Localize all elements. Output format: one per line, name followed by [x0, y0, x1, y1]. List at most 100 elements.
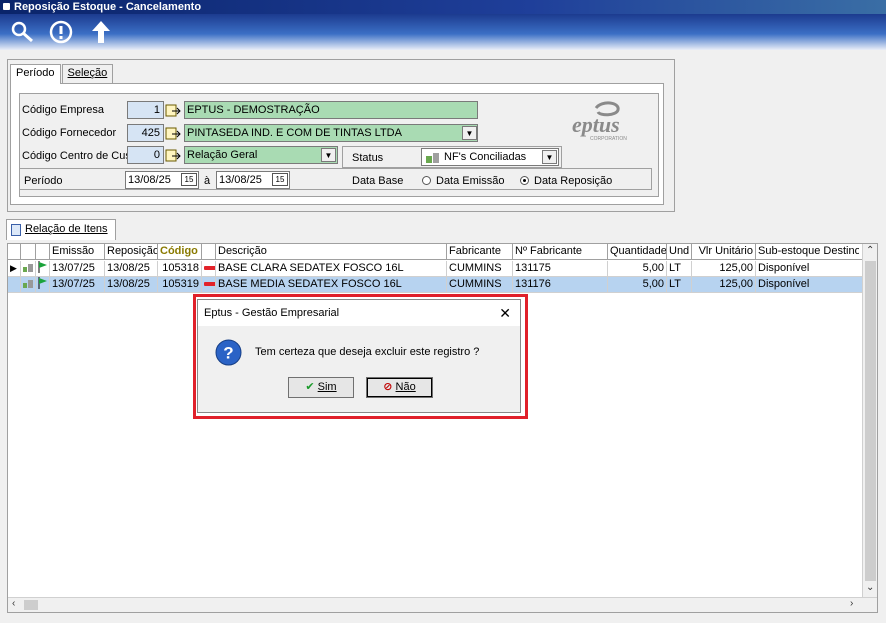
yes-label: Sim	[317, 381, 337, 393]
relacao-itens-label: Relação de Itens	[25, 223, 108, 235]
row-flag-icon	[36, 261, 50, 277]
scroll-up-icon[interactable]: ⌃	[866, 245, 874, 256]
cell-vlr: 125,00	[692, 277, 756, 293]
fornecedor-lookup-icon[interactable]	[165, 126, 181, 142]
col-descricao[interactable]: Descrição	[216, 244, 447, 260]
col-quantidade[interactable]: Quantidade	[608, 244, 667, 260]
cell-fabricante: CUMMINS	[447, 261, 513, 277]
radio-data-emissao[interactable]	[422, 176, 431, 185]
cell-quantidade: 5,00	[608, 277, 667, 293]
no-entry-icon: ⊘	[383, 381, 393, 393]
tab-selecao[interactable]: Seleção	[61, 64, 114, 84]
cell-emissao: 13/07/25	[50, 277, 105, 293]
cell-und: LT	[667, 261, 692, 277]
cell-emissao: 13/07/25	[50, 261, 105, 277]
col-emissao[interactable]: Emissão	[50, 244, 105, 260]
col-reposicao[interactable]: Reposição	[105, 244, 158, 260]
scroll-right-icon[interactable]: ›	[850, 598, 853, 609]
status-select[interactable]: NF's Conciliadas	[421, 148, 559, 166]
dialog-title: Eptus - Gestão Empresarial	[204, 307, 340, 319]
empresa-label: Código Empresa	[22, 104, 104, 116]
cell-sub-estoque: Disponível	[758, 262, 810, 274]
fornecedor-dropdown-icon[interactable]: ▼	[462, 126, 477, 140]
tab-periodo[interactable]: Período	[10, 64, 61, 84]
table-row[interactable]: ▶ 13/07/25 13/08/25 105318 BASE CLARA SE…	[8, 261, 863, 277]
cell-vlr: 125,00	[692, 261, 756, 277]
col-fabricante[interactable]: Fabricante	[447, 244, 513, 260]
centro-custo-code-input[interactable]: 0	[127, 146, 164, 164]
horizontal-scrollbar[interactable]: ‹ ›	[8, 597, 877, 612]
row-conciliada-icon	[21, 261, 36, 277]
window-icon[interactable]	[3, 3, 10, 10]
cell-sub-estoque: Disponível	[758, 278, 810, 290]
cell-reposicao: 13/08/25	[105, 261, 158, 277]
window-title: Reposição Estoque - Cancelamento	[14, 1, 202, 13]
row-pointer-icon: ▶	[8, 261, 21, 277]
centro-custo-lookup-icon[interactable]	[165, 148, 181, 164]
check-icon: ✔	[305, 381, 315, 393]
svg-text:?: ?	[223, 344, 233, 363]
empresa-lookup-icon[interactable]	[165, 103, 181, 119]
row-pointer-empty	[8, 277, 21, 293]
grid-header: Emissão Reposição Código Descrição Fabri…	[8, 244, 863, 260]
empresa-code-input[interactable]: 1	[127, 101, 164, 119]
col-und[interactable]: Und	[667, 244, 692, 260]
search-icon[interactable]	[9, 19, 35, 45]
centro-custo-dropdown-icon[interactable]: ▼	[321, 148, 336, 162]
status-dropdown-icon[interactable]: ▼	[542, 150, 557, 164]
red-bar-icon	[204, 266, 215, 271]
calendar-from-icon[interactable]: 15	[181, 173, 197, 186]
indicator-col	[8, 244, 21, 260]
no-label: Não	[395, 381, 416, 393]
cell-nfabricante: 131176	[513, 277, 608, 293]
question-icon: ?	[215, 339, 242, 366]
col-sub-estoque[interactable]: Sub-estoque Destino	[756, 244, 859, 260]
cell-quantidade: 5,00	[608, 261, 667, 277]
window-titlebar: Reposição Estoque - Cancelamento	[0, 0, 886, 14]
fornecedor-label: Código Fornecedor	[22, 127, 117, 139]
dialog-titlebar: Eptus - Gestão Empresarial ✕	[198, 300, 520, 326]
eptus-logo: eptus CORPORATION	[568, 100, 638, 144]
toolbar	[0, 14, 886, 50]
col-codigo[interactable]: Código	[158, 244, 202, 260]
icon-col-1	[21, 244, 36, 260]
conciliadas-icon	[426, 153, 439, 163]
scroll-down-icon[interactable]: ⌄	[866, 582, 874, 593]
col-vlr-unitario[interactable]: Vlr Unitário	[692, 244, 756, 260]
list-document-icon	[11, 224, 21, 236]
cell-codigo: 105319	[158, 277, 202, 293]
calendar-to-icon[interactable]: 15	[272, 173, 288, 186]
red-bar-icon	[204, 282, 215, 287]
centro-custo-name-field: Relação Geral	[184, 146, 338, 164]
cell-status-bar	[202, 277, 216, 293]
col-nfabricante[interactable]: Nº Fabricante	[513, 244, 608, 260]
fornecedor-code-input[interactable]: 425	[127, 124, 164, 142]
row-conciliada-icon	[21, 277, 36, 293]
vertical-scroll-thumb[interactable]	[865, 261, 876, 581]
close-icon[interactable]: ✕	[499, 306, 511, 320]
icon-col-2	[36, 244, 50, 260]
horizontal-scroll-thumb[interactable]	[24, 600, 38, 610]
table-row[interactable]: 13/07/25 13/08/25 105319 BASE MEDIA SEDA…	[8, 277, 863, 293]
scroll-left-icon[interactable]: ‹	[12, 598, 15, 609]
cell-codigo: 105318	[158, 261, 202, 277]
yes-button[interactable]: ✔ Sim	[288, 377, 354, 398]
empresa-name-field: EPTUS - DEMOSTRAÇÃO	[184, 101, 478, 119]
cell-descricao: BASE MEDIA SEDATEX FOSCO 16L	[216, 277, 447, 293]
row-flag-icon	[36, 277, 50, 293]
svg-text:eptus: eptus	[572, 112, 620, 137]
no-button[interactable]: ⊘ Não	[366, 377, 433, 398]
col-flag	[202, 244, 216, 260]
cell-status-bar	[202, 261, 216, 277]
alert-icon[interactable]	[48, 19, 74, 45]
svg-text:CORPORATION: CORPORATION	[590, 136, 627, 142]
periodo-separator: à	[204, 175, 211, 187]
back-arrow-icon[interactable]	[88, 19, 114, 45]
cell-reposicao: 13/08/25	[105, 277, 158, 293]
radio-data-emissao-label: Data Emissão	[436, 175, 505, 187]
tab-relacao-itens[interactable]: Relação de Itens	[6, 219, 116, 240]
cell-fabricante: CUMMINS	[447, 277, 513, 293]
vertical-scrollbar[interactable]: ⌃ ⌄	[862, 244, 877, 598]
filter-tabs: Período Seleção	[10, 64, 114, 84]
radio-data-reposicao[interactable]	[520, 176, 529, 185]
